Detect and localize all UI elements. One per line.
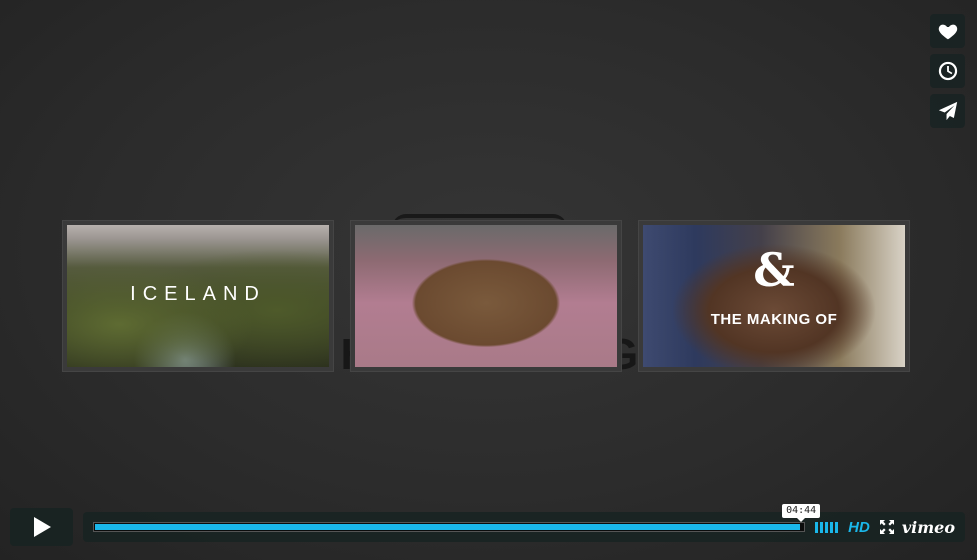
play-icon: [33, 517, 51, 537]
clock-icon: [938, 61, 957, 81]
thumbnail-title: THE MAKING OF: [710, 311, 838, 328]
volume-bar: [835, 521, 839, 533]
control-bar: 04:44 HD vimeo: [10, 504, 965, 546]
watch-later-button[interactable]: [930, 54, 965, 88]
volume-control[interactable]: [815, 521, 839, 533]
thumbnail-image: ICELAND: [67, 225, 329, 367]
play-button[interactable]: [10, 508, 73, 546]
thumbnail-title: ICELAND: [130, 283, 266, 305]
share-button[interactable]: [930, 94, 965, 128]
side-actions: [930, 14, 965, 128]
volume-bar: [830, 521, 834, 533]
related-video-making-of[interactable]: & THE MAKING OF: [638, 220, 910, 372]
control-bar-body: 04:44 HD vimeo: [83, 504, 965, 542]
related-video-iceland[interactable]: ICELAND: [62, 220, 334, 372]
heart-icon: [938, 24, 957, 40]
fullscreen-icon: [879, 520, 894, 534]
progress-played: [95, 524, 800, 530]
related-videos: ICELAND & THE MAKING OF: [62, 220, 910, 372]
time-tooltip: 04:44: [782, 504, 821, 522]
ampersand-mark: &: [753, 243, 795, 297]
vimeo-logo[interactable]: vimeo: [902, 518, 955, 537]
hd-toggle[interactable]: HD: [848, 519, 870, 536]
like-button[interactable]: [930, 14, 965, 48]
volume-bar: [825, 521, 829, 533]
volume-bar: [815, 521, 819, 533]
video-player[interactable]: G H O T H I S G O I N ICELAND & THE MAKI…: [0, 0, 977, 560]
thumbnail-image: & THE MAKING OF: [643, 225, 905, 367]
related-video-woodwork[interactable]: [350, 220, 622, 372]
progress-bar[interactable]: 04:44: [93, 504, 821, 532]
paper-plane-icon: [938, 101, 957, 121]
fullscreen-button[interactable]: [879, 520, 894, 534]
volume-bar: [820, 521, 824, 533]
thumbnail-image: [355, 225, 617, 367]
